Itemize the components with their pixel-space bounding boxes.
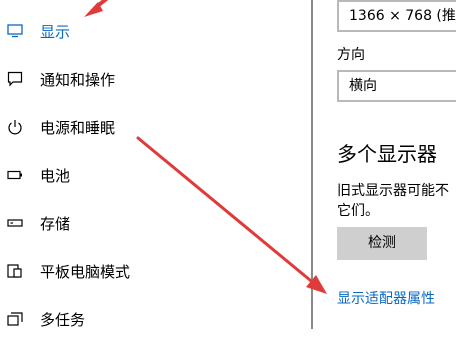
multitask-icon [6, 310, 24, 328]
sidebar-item-label: 电池 [40, 166, 71, 185]
battery-icon [6, 166, 24, 184]
multi-display-heading: 多个显示器 [337, 142, 437, 166]
resolution-dropdown[interactable]: 1366 × 768 (推荐 [337, 0, 456, 32]
monitor-icon [6, 22, 24, 40]
sidebar-item-label: 平板电脑模式 [40, 262, 131, 281]
orientation-label: 方向 [337, 47, 365, 63]
sidebar-item-tablet-mode[interactable]: 平板电脑模式 [0, 247, 300, 295]
sidebar-item-multitasking[interactable]: 多任务 [0, 295, 300, 343]
settings-sidebar: 显示 通知和操作 电源和睡眠 电池 存储 平板电脑模式 多任务 [0, 0, 310, 329]
display-adapter-properties-link[interactable]: 显示适配器属性 [337, 288, 435, 308]
power-icon [6, 118, 24, 136]
sidebar-item-label: 通知和操作 [40, 70, 116, 89]
orientation-dropdown[interactable]: 横向 [337, 70, 456, 102]
sidebar-item-battery[interactable]: 电池 [0, 151, 300, 199]
sidebar-item-display[interactable]: 显示 [0, 7, 300, 55]
multi-display-text-line2: 它们。 [337, 203, 379, 219]
tablet-mode-icon [6, 262, 24, 280]
sidebar-item-notifications[interactable]: 通知和操作 [0, 55, 300, 103]
sidebar-item-power-sleep[interactable]: 电源和睡眠 [0, 103, 300, 151]
detect-button[interactable]: 检测 [337, 227, 427, 260]
sidebar-item-label: 显示 [40, 22, 71, 41]
storage-icon [6, 214, 24, 232]
sidebar-item-label: 多任务 [40, 310, 86, 329]
chat-icon [6, 70, 24, 88]
sidebar-item-label: 存储 [40, 214, 71, 233]
sidebar-item-label: 电源和睡眠 [40, 118, 116, 137]
sidebar-item-storage[interactable]: 存储 [0, 199, 300, 247]
multi-display-text-line1: 旧式显示器可能不 [337, 183, 449, 199]
display-settings-panel: 1366 × 768 (推荐 方向 横向 多个显示器 旧式显示器可能不 它们。 … [313, 0, 456, 329]
